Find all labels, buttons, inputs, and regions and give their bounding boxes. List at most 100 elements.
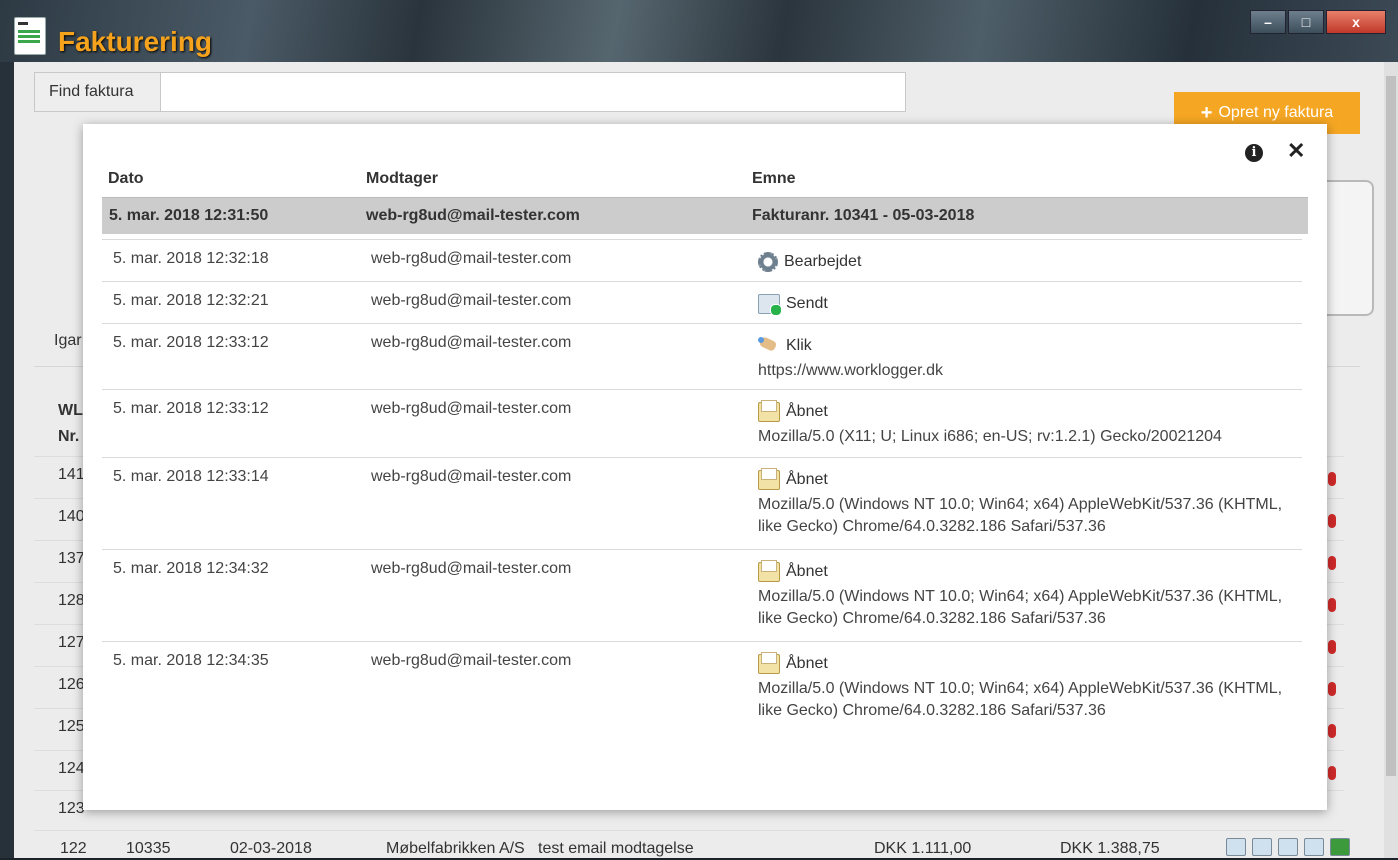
event-date: 5. mar. 2018 12:32:18 [113,250,269,267]
event-date: 5. mar. 2018 12:33:12 [113,400,269,417]
event-date: 5. mar. 2018 12:34:32 [113,560,269,577]
delete-icon[interactable] [1330,838,1350,856]
event-recipient: web-rg8ud@mail-tester.com [371,468,572,485]
event-detail: Mozilla/5.0 (Windows NT 10.0; Win64; x64… [758,496,1283,535]
table-row[interactable]: 122 10335 02-03-2018 Møbelfabrikken A/S … [50,838,1350,860]
list-item: 5. mar. 2018 12:33:12 web-rg8ud@mail-tes… [102,323,1302,390]
minimize-button[interactable]: – [1250,10,1286,34]
table-row-id[interactable]: 128 [58,592,85,610]
close-icon[interactable]: ✕ [1287,140,1305,162]
amount-incl-vat: DKK 1.388,75 [1060,840,1160,857]
find-invoice-field[interactable]: Find faktura [34,72,906,112]
table-row-id[interactable]: 127 [58,634,85,652]
event-recipient: web-rg8ud@mail-tester.com [371,334,572,351]
event-subject: Bearbejdet [758,250,1298,274]
table-row-id[interactable]: 126 [58,676,85,694]
event-subject: Åbnet Mozilla/5.0 (X11; U; Linux i686; e… [758,400,1298,448]
invoice-date: 02-03-2018 [230,840,312,857]
mail-icon[interactable] [1252,838,1272,856]
list-item: 5. mar. 2018 12:34:35 web-rg8ud@mail-tes… [102,641,1302,734]
delete-icon[interactable] [1328,514,1336,528]
summary-date: 5. mar. 2018 12:31:50 [109,207,269,224]
event-status: Åbnet [786,471,828,488]
info-icon[interactable]: i [1245,144,1263,162]
copy-icon[interactable] [1304,838,1324,856]
event-detail: Mozilla/5.0 (X11; U; Linux i686; en-US; … [758,428,1222,445]
event-detail: https://www.worklogger.dk [758,362,943,379]
list-item: 5. mar. 2018 12:34:32 web-rg8ud@mail-tes… [102,549,1302,642]
window-controls: – □ x [1248,10,1386,34]
column-header-recipient: Modtager [366,170,438,187]
window-frame-left [0,62,14,858]
invoice-no: 10335 [126,840,171,857]
event-recipient: web-rg8ud@mail-tester.com [371,652,572,669]
amount: DKK 1.111,00 [874,840,972,857]
delete-icon[interactable] [1328,724,1336,738]
mail-open-icon [758,560,780,582]
window-titlebar[interactable]: Fakturering – □ x [0,0,1398,62]
event-status: Bearbejdet [784,253,862,270]
maximize-button[interactable]: □ [1288,10,1324,34]
create-invoice-label: Opret ny faktura [1218,104,1334,121]
scrollbar-thumb[interactable] [1386,76,1396,776]
event-detail: Mozilla/5.0 (Windows NT 10.0; Win64; x64… [758,588,1283,627]
event-recipient: web-rg8ud@mail-tester.com [371,560,572,577]
spreadsheet-icon [14,17,46,55]
delete-icon[interactable] [1328,472,1336,486]
event-subject: Åbnet Mozilla/5.0 (Windows NT 10.0; Win6… [758,652,1298,722]
find-invoice-input[interactable] [161,73,905,111]
event-status: Klik [786,337,812,354]
event-date: 5. mar. 2018 12:33:14 [113,468,269,485]
delete-icon[interactable] [1328,766,1336,780]
column-header-nr: Nr. [58,428,80,445]
table-row-id[interactable]: 123 [58,800,85,818]
mail-open-icon [758,400,780,422]
column-header-wl: WL [58,402,83,419]
table-row-id[interactable]: 137 [58,550,85,568]
email-log-dialog: i ✕ Dato Modtager Emne 5. mar. 2018 12:3… [83,124,1327,810]
row-actions [1226,838,1350,856]
close-window-button[interactable]: x [1326,10,1386,34]
row-divider [34,830,1344,831]
table-row-id[interactable]: 124 [58,760,85,778]
search-icon[interactable] [1226,838,1246,856]
list-item: 5. mar. 2018 12:32:18 web-rg8ud@mail-tes… [102,239,1302,282]
event-date: 5. mar. 2018 12:32:21 [113,292,269,309]
mail-open-icon [758,652,780,674]
mail-sent-icon [758,294,782,316]
event-recipient: web-rg8ud@mail-tester.com [371,400,572,417]
table-row-id[interactable]: 141 [58,466,85,484]
table-row-id[interactable]: 140 [58,508,85,526]
plus-icon: + [1200,101,1213,124]
event-status: Åbnet [786,655,828,672]
table-row-id[interactable]: 125 [58,718,85,736]
delete-icon[interactable] [1328,682,1336,696]
event-status: Sendt [786,295,828,312]
event-subject: Sendt [758,292,1298,316]
delete-icon[interactable] [1328,640,1336,654]
event-subject: Åbnet Mozilla/5.0 (Windows NT 10.0; Win6… [758,468,1298,538]
list-item: 5. mar. 2018 12:33:12 web-rg8ud@mail-tes… [102,389,1302,458]
summary-subject: Fakturanr. 10341 - 05-03-2018 [752,207,975,224]
find-invoice-label: Find faktura [35,73,161,111]
event-subject: Klik https://www.worklogger.dk [758,334,1298,382]
column-header-date: Dato [108,170,144,187]
list-item: 5. mar. 2018 12:33:14 web-rg8ud@mail-tes… [102,457,1302,550]
event-recipient: web-rg8ud@mail-tester.com [371,292,572,309]
event-detail: Mozilla/5.0 (Windows NT 10.0; Win64; x64… [758,680,1283,719]
delete-icon[interactable] [1328,556,1336,570]
event-recipient: web-rg8ud@mail-tester.com [371,250,572,267]
delete-icon[interactable] [1328,598,1336,612]
event-subject: Åbnet Mozilla/5.0 (Windows NT 10.0; Win6… [758,560,1298,630]
email-summary-row[interactable]: 5. mar. 2018 12:31:50 web-rg8ud@mail-tes… [102,197,1308,234]
customer-name: Møbelfabrikken A/S [386,840,525,857]
event-date: 5. mar. 2018 12:33:12 [113,334,269,351]
period-label: Igar [54,332,82,349]
list-item: 5. mar. 2018 12:32:21 web-rg8ud@mail-tes… [102,281,1302,324]
mail-info-icon[interactable] [1278,838,1298,856]
mail-open-icon [758,468,780,490]
column-header-subject: Emne [752,170,796,187]
wl-nr: 122 [60,840,87,857]
gear-icon [758,252,778,272]
window-title: Fakturering [58,26,213,57]
